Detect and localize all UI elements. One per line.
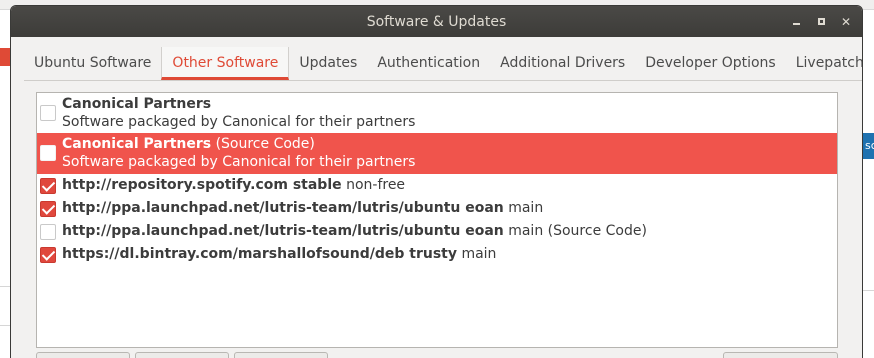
minimize-icon: [793, 23, 800, 25]
source-suffix: main (Source Code): [503, 223, 647, 239]
dialog-content: Ubuntu Software Other Software Updates A…: [11, 37, 862, 358]
source-title: Canonical Partners: [62, 136, 212, 152]
tab-ubuntu-software[interactable]: Ubuntu Software: [24, 47, 161, 80]
source-row-canonical-partners[interactable]: Canonical Partners Software packaged by …: [37, 93, 837, 133]
tab-developer-options[interactable]: Developer Options: [635, 47, 785, 80]
tab-other-software[interactable]: Other Software: [161, 47, 290, 80]
source-suffix: main: [503, 200, 544, 216]
background-divider: [0, 286, 10, 287]
source-checkbox[interactable]: [40, 178, 56, 194]
source-checkbox[interactable]: [40, 201, 56, 217]
source-title: http://repository.spotify.com stable: [62, 177, 342, 193]
title-bar[interactable]: Software & Updates ✕: [11, 6, 862, 37]
source-checkbox[interactable]: [40, 224, 56, 240]
source-row-canonical-partners-source[interactable]: Canonical Partners (Source Code) Softwar…: [37, 133, 837, 174]
tab-updates[interactable]: Updates: [289, 47, 367, 80]
source-title: http://ppa.launchpad.net/lutris-team/lut…: [62, 200, 504, 216]
add-button[interactable]: [36, 352, 130, 358]
window-title: Software & Updates: [366, 14, 507, 30]
source-label: http://repository.spotify.com stable non…: [62, 177, 405, 193]
source-row-spotify[interactable]: http://repository.spotify.com stable non…: [37, 175, 837, 198]
maximize-button[interactable]: [815, 15, 829, 29]
source-suffix: non-free: [341, 177, 406, 193]
source-subtitle: Software packaged by Canonical for their…: [62, 114, 416, 130]
minimize-button[interactable]: [790, 15, 804, 29]
revert-button[interactable]: [723, 352, 838, 358]
sources-list[interactable]: Canonical Partners Software packaged by …: [36, 92, 838, 348]
source-label: http://ppa.launchpad.net/lutris-team/lut…: [62, 223, 647, 239]
tab-divider: [24, 80, 862, 81]
source-row-bintray[interactable]: https://dl.bintray.com/marshallofsound/d…: [37, 244, 837, 267]
source-row-lutris[interactable]: http://ppa.launchpad.net/lutris-team/lut…: [37, 198, 837, 221]
source-checkbox[interactable]: [40, 105, 56, 121]
remove-button[interactable]: [234, 352, 328, 358]
source-label: http://ppa.launchpad.net/lutris-team/lut…: [62, 200, 543, 216]
background-accent-strip: [0, 48, 10, 66]
source-label: Canonical Partners: [62, 96, 211, 112]
source-title: https://dl.bintray.com/marshallofsound/d…: [62, 246, 457, 262]
tab-livepatch[interactable]: Livepatch: [786, 47, 862, 80]
source-row-lutris-source[interactable]: http://ppa.launchpad.net/lutris-team/lut…: [37, 221, 837, 244]
background-button: sc: [863, 133, 874, 159]
source-subtitle: Software packaged by Canonical for their…: [62, 154, 416, 170]
tab-authentication[interactable]: Authentication: [367, 47, 490, 80]
tab-bar: Ubuntu Software Other Software Updates A…: [24, 47, 862, 80]
close-icon: ✕: [840, 15, 852, 29]
software-updates-window: Software & Updates ✕ Ubuntu Software Oth…: [10, 5, 863, 358]
source-label: Canonical Partners (Source Code): [62, 136, 315, 152]
source-suffix: main: [457, 246, 497, 262]
edit-button[interactable]: [135, 352, 229, 358]
source-suffix: (Source Code): [211, 136, 315, 152]
background-divider: [863, 290, 874, 291]
tab-additional-drivers[interactable]: Additional Drivers: [490, 47, 635, 80]
maximize-icon: [818, 18, 825, 25]
source-checkbox[interactable]: [40, 145, 56, 161]
source-checkbox[interactable]: [40, 247, 56, 263]
source-title: Canonical Partners: [62, 96, 212, 112]
close-button[interactable]: ✕: [839, 15, 853, 29]
source-label: https://dl.bintray.com/marshallofsound/d…: [62, 246, 496, 262]
source-title: http://ppa.launchpad.net/lutris-team/lut…: [62, 223, 504, 239]
background-divider: [0, 325, 10, 326]
